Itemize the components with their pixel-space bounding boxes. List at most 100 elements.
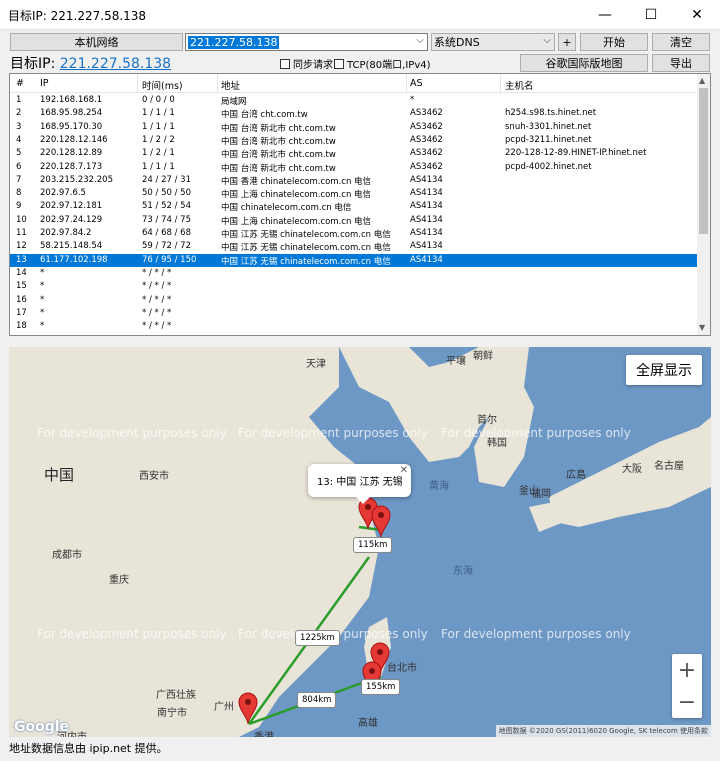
close-icon[interactable]: ✕ xyxy=(400,465,408,476)
ip-input[interactable]: 221.227.58.138 ⌵ xyxy=(185,33,428,51)
scrollbar-thumb[interactable] xyxy=(699,88,708,234)
table-row[interactable]: 18 * * / * / * xyxy=(10,320,698,333)
target-ip-link[interactable]: 221.227.58.138 xyxy=(60,56,171,72)
map-label-osaka: 大阪 xyxy=(622,464,642,475)
window-title: 目标IP: 221.227.58.138 xyxy=(8,9,147,23)
table-cell: AS4134 xyxy=(410,188,443,199)
sync-request-checkbox[interactable]: 同步请求 xyxy=(280,56,333,71)
map-label-fukuoka: 福岡 xyxy=(531,489,551,500)
table-row[interactable]: 11 202.97.84.2 64 / 68 / 68 中国 江苏 无锡 chinat… xyxy=(10,227,698,240)
column-header-time[interactable]: 时间(ms) xyxy=(142,78,183,92)
column-header-ip[interactable]: IP xyxy=(40,78,49,89)
table-cell: 76 / 95 / 150 xyxy=(142,254,197,265)
watermark: For development purposes only xyxy=(441,426,631,440)
distance-label: 155km xyxy=(361,679,401,695)
route-map[interactable]: For development purposes only For develo… xyxy=(9,347,711,737)
tcp-mode-label: TCP(80端口,IPv4) xyxy=(347,60,431,71)
table-cell: 168.95.98.254 xyxy=(40,108,103,119)
table-row[interactable]: 17 * * / * / * xyxy=(10,307,698,320)
map-label-tianjin: 天津 xyxy=(306,359,326,370)
table-cell: 中国 江苏 无锡 chinatelecom.com.cn 电信 xyxy=(221,230,391,240)
add-dns-button[interactable]: + xyxy=(558,33,576,51)
dns-select[interactable]: 系统DNS ⌵ xyxy=(431,33,555,51)
checkbox-icon[interactable] xyxy=(334,58,344,69)
table-scrollbar[interactable]: ▲ ▼ xyxy=(697,74,710,335)
title-bar: 目标IP: 221.227.58.138 — ☐ ✕ xyxy=(0,0,720,30)
column-header-hostname[interactable]: 主机名 xyxy=(505,78,534,92)
table-cell: AS4134 xyxy=(410,241,443,252)
target-label: 目标IP: 221.227.58.138 xyxy=(10,53,171,73)
table-row[interactable]: 16 * * / * / * xyxy=(10,294,698,307)
zoom-out-button[interactable]: − xyxy=(672,686,702,718)
google-map-button[interactable]: 谷歌国际版地图 xyxy=(520,54,648,72)
table-cell: 4 xyxy=(16,134,22,145)
target-label-text: 目标IP: xyxy=(10,56,60,72)
scroll-up-icon[interactable]: ▲ xyxy=(699,76,705,85)
chevron-down-icon[interactable]: ⌵ xyxy=(543,35,551,46)
table-row[interactable]: 2 168.95.98.254 1 / 1 / 1 中国 台湾 cht.com.tw A… xyxy=(10,107,698,120)
table-cell: AS4134 xyxy=(410,174,443,185)
table-row[interactable]: 9 202.97.12.181 51 / 52 / 54 中国 chinateleco… xyxy=(10,200,698,213)
table-cell: 64 / 68 / 68 xyxy=(142,228,191,238)
table-cell: 202.97.24.129 xyxy=(40,214,103,225)
fullscreen-button[interactable]: 全屏显示 xyxy=(626,355,702,385)
table-cell: 中国 上海 chinatelecom.com.cn 电信 xyxy=(221,216,372,227)
map-label-seoul: 首尔 xyxy=(477,415,497,426)
distance-label: 115km xyxy=(353,537,393,553)
column-header-address[interactable]: 地址 xyxy=(221,78,240,92)
table-header: # IP 时间(ms) 地址 AS 主机名 xyxy=(10,74,698,93)
table-cell: * / * / * xyxy=(142,267,172,278)
table-cell: 10 xyxy=(16,214,27,225)
map-label-donghai: 东海 xyxy=(453,566,473,577)
local-network-button[interactable]: 本机网络 xyxy=(10,33,183,51)
table-cell: 8 xyxy=(16,188,22,199)
table-cell: 1 / 2 / 1 xyxy=(142,148,175,159)
map-label-xian: 西安市 xyxy=(139,471,169,482)
table-row[interactable]: 12 58.215.148.54 59 / 72 / 72 中国 江苏 无锡 chin… xyxy=(10,240,698,253)
maximize-button[interactable]: ☐ xyxy=(628,0,674,30)
close-button[interactable]: ✕ xyxy=(674,0,720,30)
table-cell: 0 / 0 / 0 xyxy=(142,95,175,105)
distance-label: 1225km xyxy=(295,630,340,646)
table-cell: * xyxy=(40,281,45,292)
map-attribution[interactable]: 地图数据 ©2020 GS(2011)6020 Google, SK telec… xyxy=(495,725,711,737)
table-row[interactable]: 3 168.95.170.30 1 / 1 / 1 中国 台湾 新北市 cht.com… xyxy=(10,121,698,134)
table-cell: 11 xyxy=(16,228,27,238)
table-cell: AS3462 xyxy=(410,148,443,159)
table-cell: 202.97.6.5 xyxy=(40,188,86,199)
minimize-button[interactable]: — xyxy=(582,0,628,30)
map-label-gaoxiong: 高雄 xyxy=(358,718,378,729)
table-row[interactable]: 1 192.168.168.1 0 / 0 / 0 局域网 * xyxy=(10,94,698,107)
table-cell: * xyxy=(410,95,415,105)
tcp-mode-checkbox[interactable]: TCP(80端口,IPv4) xyxy=(334,56,431,71)
table-row[interactable]: 15 * * / * / * xyxy=(10,280,698,293)
column-header-number[interactable]: # xyxy=(16,78,24,89)
table-cell: 73 / 74 / 75 xyxy=(142,214,191,225)
table-row[interactable]: 14 * * / * / * xyxy=(10,267,698,280)
column-header-as[interactable]: AS xyxy=(410,78,423,89)
table-cell: 中国 台湾 新北市 cht.com.tw xyxy=(221,136,336,147)
table-cell: 13 xyxy=(16,254,27,265)
distance-label: 804km xyxy=(297,692,337,708)
table-row[interactable]: 13 61.177.102.198 76 / 95 / 150 中国 江苏 无锡 ch… xyxy=(10,253,698,267)
table-cell: 中国 香港 chinatelecom.com.cn 电信 xyxy=(221,176,372,187)
table-row[interactable]: 10 202.97.24.129 73 / 74 / 75 中国 上海 chinate… xyxy=(10,214,698,227)
checkbox-icon[interactable] xyxy=(280,58,290,69)
table-row[interactable]: 8 202.97.6.5 50 / 50 / 50 中国 上海 chinateleco… xyxy=(10,187,698,200)
start-button[interactable]: 开始 xyxy=(580,33,648,51)
table-cell: pcpd-3211.hinet.net xyxy=(505,134,592,145)
table-cell: 168.95.170.30 xyxy=(40,121,103,132)
table-row[interactable]: 7 203.215.232.205 24 / 27 / 31 中国 香港 chinat… xyxy=(10,174,698,187)
table-cell: 3 xyxy=(16,121,22,132)
export-button[interactable]: 导出 xyxy=(652,54,710,72)
chevron-down-icon[interactable]: ⌵ xyxy=(416,35,424,46)
table-row[interactable]: 5 220.128.12.89 1 / 2 / 1 中国 台湾 新北市 cht.com… xyxy=(10,147,698,160)
scroll-down-icon[interactable]: ▼ xyxy=(699,323,705,332)
zoom-in-button[interactable]: + xyxy=(672,654,702,686)
table-cell: * / * / * xyxy=(142,321,172,332)
clear-button[interactable]: 清空 xyxy=(652,33,710,51)
google-logo[interactable]: Google xyxy=(14,719,69,735)
table-cell: pcpd-4002.hinet.net xyxy=(505,161,592,172)
table-row[interactable]: 4 220.128.12.146 1 / 2 / 2 中国 台湾 新北市 cht.co… xyxy=(10,134,698,147)
table-row[interactable]: 6 220.128.7.173 1 / 1 / 1 中国 台湾 新北市 cht.com… xyxy=(10,161,698,174)
